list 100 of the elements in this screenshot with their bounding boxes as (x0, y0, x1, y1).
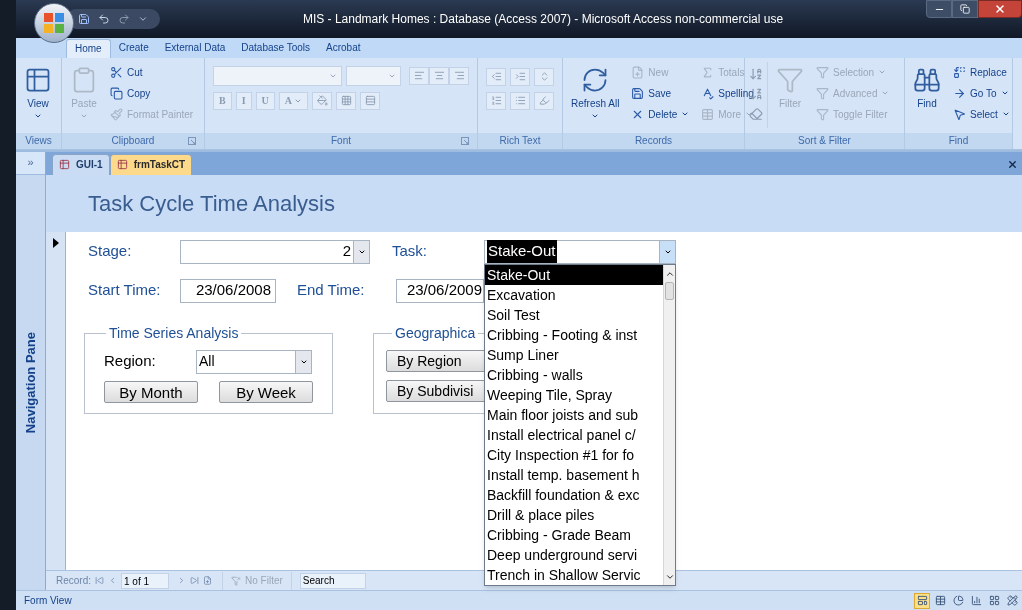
increase-indent-button[interactable] (510, 67, 530, 86)
start-time-field[interactable]: 23/06/2008 (180, 278, 276, 303)
last-record-icon[interactable] (190, 576, 199, 586)
search-field[interactable]: Search (299, 572, 366, 589)
view-button[interactable] (950, 592, 966, 609)
ribbon-command[interactable]: Replace (949, 61, 1014, 83)
document-tab[interactable]: frmTaskCT (109, 153, 193, 175)
navigation-pane[interactable]: » Navigation Pane (16, 151, 46, 591)
funnel-icon (816, 86, 829, 100)
ribbon-command[interactable]: Go To (949, 82, 1014, 104)
view-button[interactable] (1004, 592, 1020, 609)
ribbon-command[interactable]: Save (627, 82, 694, 104)
navigation-pane-label: Navigation Pane (21, 331, 39, 433)
close-document-icon[interactable] (1007, 158, 1018, 170)
clear-sort-icon[interactable] (749, 106, 763, 121)
fill-color-icon (316, 95, 328, 107)
next-record-icon[interactable] (177, 576, 186, 586)
list-option[interactable]: City Inspection #1 for fo (485, 444, 663, 465)
region-combo[interactable]: All (196, 349, 312, 374)
datasheet-view-icon (934, 595, 946, 607)
fill-color-button[interactable] (312, 91, 333, 110)
document-tab[interactable]: GUI-1 (52, 153, 110, 175)
dialog-launcher-icon[interactable] (461, 136, 469, 145)
expand-pane-button[interactable]: » (16, 151, 45, 175)
list-option[interactable]: Soil Test (485, 304, 663, 325)
dropdown-button[interactable] (295, 350, 311, 373)
stage-combo[interactable]: 2 (180, 239, 370, 264)
task-combo[interactable]: Stake-Out (484, 239, 676, 264)
ribbon-tab[interactable]: Database Tools (233, 38, 319, 58)
field-label: Start Time: (88, 280, 162, 301)
align-center-button[interactable] (429, 66, 449, 85)
ribbon-tab[interactable]: Create (110, 38, 157, 58)
record-position-field[interactable]: 1 of 1 (121, 572, 169, 589)
align-right-button[interactable] (449, 66, 469, 85)
dropdown-button[interactable] (659, 240, 675, 263)
text-direction-button[interactable] (534, 67, 554, 86)
sort-ascending-icon[interactable] (749, 66, 763, 81)
scrollbar[interactable] (663, 264, 675, 585)
undo-icon[interactable] (98, 12, 110, 25)
list-option[interactable]: Deep underground servi (485, 544, 663, 565)
redo-icon[interactable] (118, 12, 130, 25)
field-label: Region: (104, 351, 157, 372)
dropdown-button[interactable] (353, 240, 369, 263)
ribbon-tab[interactable]: Acrobat (318, 38, 369, 58)
ribbon-command[interactable]: Select (949, 103, 1014, 125)
funnel-icon (816, 107, 829, 121)
ribbon-group-label: Views (25, 134, 52, 148)
ribbon-command[interactable]: Refresh All (567, 61, 624, 120)
align-left-button[interactable] (409, 66, 429, 85)
view-button[interactable] (914, 592, 930, 609)
list-option[interactable]: Stake-Out (485, 264, 663, 285)
record-selector[interactable] (46, 231, 66, 571)
scroll-thumb[interactable] (665, 281, 674, 300)
ribbon-tab[interactable]: Home (66, 38, 111, 58)
previous-record-icon[interactable] (108, 576, 117, 586)
alternate-rows-button[interactable] (360, 91, 381, 110)
font-size-field[interactable] (345, 65, 401, 86)
ribbon-command[interactable]: View (20, 61, 56, 120)
numbered-list-button[interactable] (486, 91, 506, 110)
highlight-icon (538, 95, 550, 107)
decrease-indent-button[interactable] (486, 67, 506, 86)
new-record-icon[interactable] (203, 576, 212, 586)
list-option[interactable]: Excavation (485, 284, 663, 305)
gridlines-icon (340, 95, 352, 107)
table-icon (701, 107, 715, 121)
scissors-icon (110, 65, 123, 79)
list-option[interactable]: Main floor joists and sub (485, 404, 663, 425)
close-icon (994, 3, 1006, 15)
bullet-list-icon (514, 95, 526, 107)
ribbon-group-label: Sort & Filter (798, 134, 851, 148)
list-option[interactable]: Backfill foundation & exc (485, 484, 663, 505)
list-option[interactable]: Cribbing - Grade Beam (485, 524, 663, 545)
list-option[interactable]: Trench in Shallow Servic (485, 564, 663, 585)
group-title: Time Series Analysis (108, 323, 240, 343)
highlight-button[interactable] (534, 91, 554, 110)
form-button[interactable]: By Month (104, 380, 198, 403)
dialog-launcher-icon[interactable] (188, 136, 196, 145)
close-button[interactable] (978, 0, 1022, 18)
ribbon-tab[interactable]: External Data (156, 38, 234, 58)
restore-icon (960, 4, 970, 14)
gridlines-button[interactable] (336, 91, 357, 110)
save-icon[interactable] (78, 12, 90, 25)
font-name-field[interactable] (213, 65, 342, 86)
ribbon-command[interactable]: Cut (106, 61, 198, 83)
ribbon-command[interactable]: Delete (627, 103, 694, 125)
restore-button[interactable] (952, 0, 978, 18)
list-option[interactable]: Install temp. basement h (485, 464, 663, 485)
end-time-field[interactable]: 23/06/2009 (396, 278, 484, 303)
list-option[interactable]: Cribbing - Footing & inst (485, 324, 663, 345)
form-button[interactable]: By Week (219, 380, 313, 403)
ribbon-command[interactable]: Copy (106, 82, 198, 104)
bullet-list-button[interactable] (510, 91, 530, 110)
ribbon-command[interactable]: Spelling (697, 82, 758, 104)
current-record-icon (52, 237, 59, 248)
first-record-icon[interactable] (95, 576, 104, 586)
numbered-list-icon (490, 95, 502, 107)
ribbon-command[interactable]: Find (909, 61, 945, 110)
field-value: 2 (342, 241, 352, 262)
list-option[interactable]: Install electrical panel c/ (485, 424, 663, 445)
list-option[interactable]: Drill & place piles (485, 504, 663, 525)
